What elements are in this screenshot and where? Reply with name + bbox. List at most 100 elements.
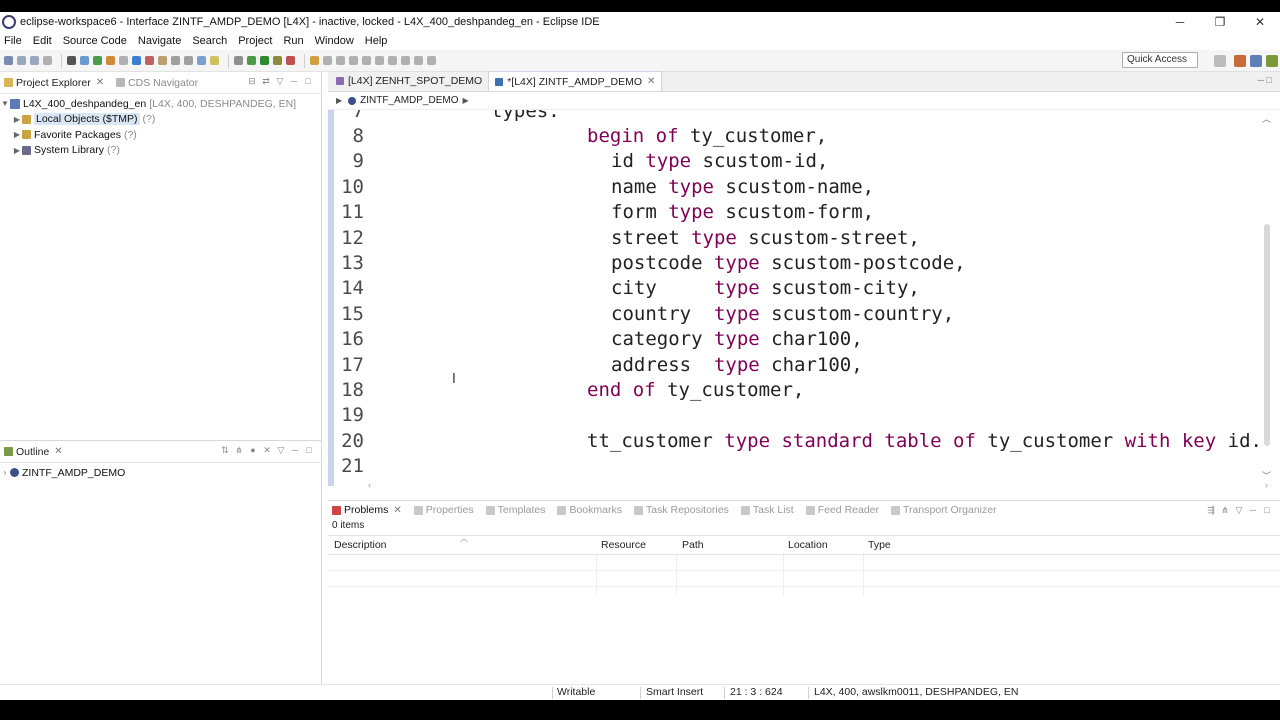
debug-run-icon[interactable]	[247, 56, 256, 65]
tab-cds-navigator[interactable]: CDS Navigator	[116, 77, 198, 89]
editor-tab-zintf-amdp-demo[interactable]: *[L4X] ZINTF_AMDP_DEMO ✕	[488, 71, 663, 91]
scrollbar-thumb[interactable]	[1264, 224, 1270, 446]
vertical-scrollbar[interactable]: ︿ ﹀	[1262, 112, 1272, 482]
menu-file[interactable]: File	[4, 35, 22, 47]
paste-icon[interactable]	[184, 56, 193, 65]
tree-item-project[interactable]: ▼ L4X_400_deshpandeg_en [L4X, 400, DESHP…	[0, 96, 321, 112]
menu-window[interactable]: Window	[315, 35, 354, 47]
chevron-down-icon[interactable]: ▼	[0, 99, 10, 108]
outline-item[interactable]: › ZINTF_AMDP_DEMO	[0, 465, 322, 481]
debug-perspective-icon[interactable]	[1250, 55, 1262, 67]
code-editor[interactable]: 7 types: 8 begin of ty_customer, 9 id type sc…	[328, 110, 1280, 486]
forward-icon[interactable]	[414, 56, 423, 65]
tab-task-list[interactable]: Task List	[740, 504, 794, 516]
menu-navigate[interactable]: Navigate	[138, 35, 181, 47]
scroll-left-icon[interactable]: ‹	[368, 480, 371, 490]
code-line[interactable]: 12 street type scustom-street,	[334, 225, 1264, 250]
chevron-right-icon[interactable]: ▶	[12, 146, 22, 155]
run-icon[interactable]	[260, 56, 269, 65]
scroll-right-icon[interactable]: ›	[1265, 480, 1268, 490]
tab-bookmarks[interactable]: Bookmarks	[557, 504, 622, 516]
column-divider[interactable]	[783, 555, 784, 595]
code-line[interactable]: 9 id type scustom-id,	[334, 149, 1264, 174]
filter-icon[interactable]: ⋔	[232, 445, 246, 456]
hide-non-public-icon[interactable]: ✕	[260, 445, 274, 456]
terminal-icon[interactable]	[67, 56, 76, 65]
chevron-right-icon[interactable]: ▶	[12, 130, 22, 139]
pin-icon[interactable]	[427, 56, 436, 65]
sort-icon[interactable]: ⇅	[218, 445, 232, 456]
tab-problems[interactable]: Problems ✕	[332, 504, 402, 516]
coverage-icon[interactable]	[286, 56, 295, 65]
maximize-view-icon[interactable]: □	[1260, 505, 1274, 516]
save-all-icon[interactable]	[30, 56, 39, 65]
highlight-icon[interactable]	[197, 56, 206, 65]
block-select-icon[interactable]	[349, 56, 358, 65]
open-perspective-icon[interactable]	[1214, 55, 1226, 67]
transport-icon[interactable]	[158, 56, 167, 65]
scroll-up-icon[interactable]: ︿	[1262, 112, 1271, 125]
column-divider[interactable]	[863, 555, 864, 595]
prev-annotation-icon[interactable]	[388, 56, 397, 65]
maximize-view-icon[interactable]: □	[302, 445, 316, 456]
chevron-right-icon[interactable]: ›	[0, 468, 10, 477]
menu-edit[interactable]: Edit	[33, 35, 52, 47]
horizontal-scrollbar[interactable]: ‹ ›	[368, 480, 1268, 492]
menu-source-code[interactable]: Source Code	[63, 35, 127, 47]
open-type-icon[interactable]	[310, 56, 319, 65]
where-used-icon[interactable]	[119, 56, 128, 65]
code-line[interactable]: 20 tt_customer type standard table of ty_…	[334, 428, 1264, 453]
menu-search[interactable]: Search	[192, 35, 227, 47]
tree-item-system-library[interactable]: ▶ System Library (?)	[0, 143, 321, 159]
java-perspective-icon[interactable]	[1266, 55, 1278, 67]
code-line[interactable]: 13 postcode type scustom-postcode,	[334, 250, 1264, 275]
menu-help[interactable]: Help	[365, 35, 388, 47]
hide-fields-icon[interactable]: ●	[246, 445, 260, 456]
tree-item-local-objects[interactable]: ▶ Local Objects ($TMP) (?)	[0, 112, 321, 128]
editor-tab-zenht-spot-demo[interactable]: [L4X] ZENHT_SPOT_DEMO	[330, 71, 488, 91]
column-header-type[interactable]: Type	[868, 539, 891, 551]
annotation-icon[interactable]	[210, 56, 219, 65]
close-icon[interactable]: ✕	[393, 505, 401, 516]
view-menu-icon[interactable]: ▽	[273, 76, 287, 87]
view-menu-icon[interactable]: ▽	[1232, 505, 1246, 516]
menu-run[interactable]: Run	[283, 35, 303, 47]
tab-properties[interactable]: Properties	[413, 504, 474, 516]
activate-icon[interactable]	[106, 56, 115, 65]
toggle-mark-icon[interactable]	[336, 56, 345, 65]
minimize-button[interactable]: ─	[1160, 12, 1200, 32]
column-header-path[interactable]: Path	[682, 539, 704, 551]
search-icon[interactable]	[323, 56, 332, 65]
save-icon[interactable]	[17, 56, 26, 65]
code-line[interactable]: 11 form type scustom-form,	[334, 200, 1264, 225]
code-line[interactable]: 17 address type char100,	[334, 352, 1264, 377]
tab-feed-reader[interactable]: Feed Reader	[805, 504, 879, 516]
back-icon[interactable]	[401, 56, 410, 65]
close-icon[interactable]: ✕	[54, 446, 62, 457]
column-header-location[interactable]: Location	[788, 539, 828, 551]
print-icon[interactable]	[43, 56, 52, 65]
collapse-all-icon[interactable]: ⊟	[245, 76, 259, 87]
close-icon[interactable]: ✕	[96, 77, 104, 88]
code-line[interactable]: 10 name type scustom-name,	[334, 174, 1264, 199]
tab-outline[interactable]: Outline ✕	[4, 446, 63, 458]
code-line[interactable]: 15 country type scustom-country,	[334, 301, 1264, 326]
column-header-description[interactable]: Description	[334, 539, 387, 551]
status-cursor-position[interactable]: 21 : 3 : 624	[730, 686, 783, 698]
view-menu-icon[interactable]: ▽	[274, 445, 288, 456]
editor-window-controls[interactable]: ─ □	[1258, 75, 1272, 85]
abap-perspective-icon[interactable]	[1234, 55, 1246, 67]
link-editor-icon[interactable]: ⇄	[259, 76, 273, 87]
check-icon[interactable]	[93, 56, 102, 65]
column-header-resource[interactable]: Resource	[601, 539, 646, 551]
tab-task-repositories[interactable]: Task Repositories	[633, 504, 729, 516]
external-tools-icon[interactable]	[273, 56, 282, 65]
code-line[interactable]: 8 begin of ty_customer,	[334, 123, 1264, 148]
minimize-view-icon[interactable]: ─	[288, 445, 302, 456]
close-button[interactable]: ✕	[1240, 12, 1280, 32]
code-line[interactable]: 19	[334, 403, 1264, 428]
minimize-view-icon[interactable]: ─	[287, 76, 301, 87]
focus-icon[interactable]: ⇶	[1204, 505, 1218, 516]
tab-transport-organizer[interactable]: Transport Organizer	[891, 504, 997, 516]
column-divider[interactable]	[676, 555, 677, 595]
